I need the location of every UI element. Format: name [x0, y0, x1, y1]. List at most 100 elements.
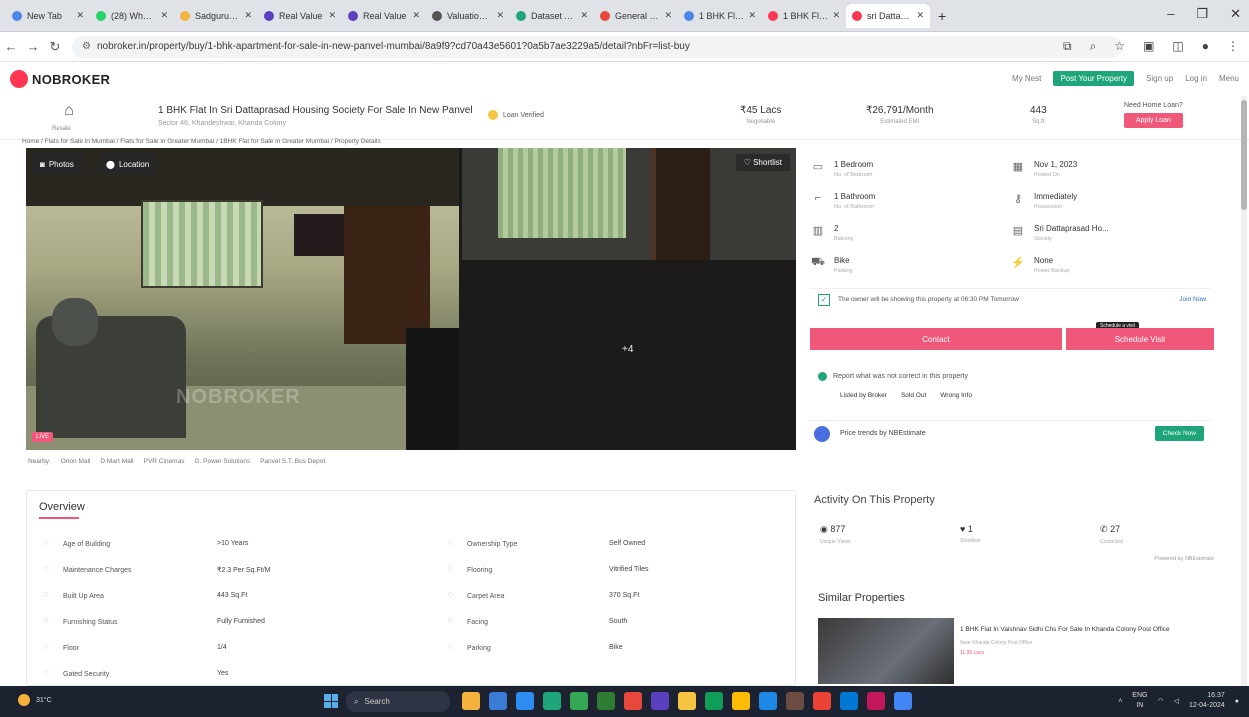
- nearby-place[interactable]: Orion Mall: [61, 458, 91, 465]
- location-button[interactable]: ⬤ Location: [98, 154, 158, 174]
- my-nest-link[interactable]: My Nest: [1012, 74, 1041, 83]
- report-broker-link[interactable]: Listed by Broker: [840, 392, 887, 399]
- taskbar-app-icon[interactable]: [570, 692, 588, 710]
- start-button[interactable]: [324, 694, 338, 708]
- close-window-icon[interactable]: ✕: [1230, 6, 1241, 22]
- nearby-place[interactable]: G. Power Solutions: [194, 458, 250, 465]
- browser-tab[interactable]: New Tab ✕: [6, 4, 90, 28]
- browser-tab[interactable]: Sadguru Devel ✕: [174, 4, 258, 28]
- tab-close-icon[interactable]: ✕: [328, 10, 336, 21]
- check-now-button[interactable]: Check Now: [1154, 426, 1204, 441]
- browser-tab[interactable]: Real Value ✕: [258, 4, 342, 28]
- nearby-place[interactable]: Panvel S.T. Bus Depot: [260, 458, 325, 465]
- taskbar-app-icon[interactable]: [894, 692, 912, 710]
- property-details-card: ▭ 1 Bedroom No. of Bedroom ▦ Nov 1, 2023 Post…: [810, 150, 1214, 450]
- reload-icon[interactable]: ↻: [44, 39, 66, 55]
- taskbar-app-icon[interactable]: [462, 692, 480, 710]
- taskbar-app-icon[interactable]: [705, 692, 723, 710]
- overview-value: Vitrified Tiles: [609, 566, 649, 573]
- more-photos-tile[interactable]: +4: [462, 262, 796, 450]
- taskbar-app-icon[interactable]: [489, 692, 507, 710]
- clock[interactable]: 16:37 12-04-2024: [1189, 691, 1225, 711]
- taskbar-app-icon[interactable]: [759, 692, 777, 710]
- post-property-button[interactable]: Post Your Property: [1053, 71, 1135, 86]
- similar-property-image[interactable]: [818, 618, 954, 684]
- report-sold-link[interactable]: Sold Out: [901, 392, 926, 399]
- profile-icon[interactable]: ●: [1202, 39, 1209, 54]
- taskbar-search[interactable]: ⌕ Search: [346, 691, 450, 712]
- taskbar-app-icon[interactable]: [651, 692, 669, 710]
- tab-close-icon[interactable]: ✕: [664, 10, 672, 21]
- browser-tab[interactable]: 1 BHK Flat, 4...✕: [762, 4, 846, 28]
- tab-close-icon[interactable]: ✕: [748, 10, 756, 21]
- nearby-place[interactable]: D Mart Mall: [100, 458, 133, 465]
- tab-close-icon[interactable]: ✕: [160, 10, 168, 21]
- tab-close-icon[interactable]: ✕: [832, 10, 840, 21]
- minimize-icon[interactable]: –: [1167, 6, 1174, 22]
- taskbar-app-icon[interactable]: [624, 692, 642, 710]
- tab-close-icon[interactable]: ✕: [916, 10, 924, 21]
- similar-property-title[interactable]: 1 BHK Flat In Vaishnav Sidhi Chs For Sal…: [960, 626, 1170, 633]
- browser-tab[interactable]: General - Zoho✕: [594, 4, 678, 28]
- taskbar-app-icon[interactable]: [813, 692, 831, 710]
- new-tab-button[interactable]: +: [938, 8, 946, 24]
- schedule-visit-button[interactable]: Schedule Visit: [1066, 328, 1214, 350]
- similar-property-card[interactable]: 1 BHK Flat In Vaishnav Sidhi Chs For Sal…: [818, 614, 1218, 684]
- site-info-icon[interactable]: ⚙: [82, 41, 91, 52]
- tab-close-icon[interactable]: ✕: [580, 10, 588, 21]
- tab-favicon: [684, 10, 694, 21]
- breadcrumb[interactable]: Home / Flats for Sale in Mumbai / Flats …: [22, 138, 381, 145]
- wifi-icon[interactable]: ◠: [1157, 697, 1163, 705]
- forward-icon[interactable]: →: [22, 39, 44, 54]
- taskbar-app-icon[interactable]: [786, 692, 804, 710]
- browser-tab[interactable]: Valuation Repo✕: [426, 4, 510, 28]
- browser-tab[interactable]: Real Value ✕: [342, 4, 426, 28]
- overview-value: Self Owned: [609, 540, 646, 547]
- menu-link[interactable]: Menu: [1219, 74, 1239, 83]
- tab-close-icon[interactable]: ✕: [244, 10, 252, 21]
- apply-loan-button[interactable]: Apply Loan: [1124, 113, 1183, 128]
- taskbar-app-icon[interactable]: [840, 692, 858, 710]
- activity-stat: ♥ 1 Shortlists: [960, 524, 981, 544]
- url-input[interactable]: ⚙ nobroker.in/property/buy/1-bhk-apartme…: [72, 35, 1122, 58]
- taskbar-app-icon[interactable]: [543, 692, 561, 710]
- shortlist-button[interactable]: ♡ Shortlist: [735, 154, 790, 171]
- location-pin-icon: ⬤: [106, 159, 115, 169]
- browser-tab[interactable]: 1 BHK Flat for ✕: [678, 4, 762, 28]
- taskbar-app-icon[interactable]: [597, 692, 615, 710]
- sidebar-icon[interactable]: ◫: [1172, 39, 1183, 54]
- scrollbar-thumb[interactable]: [1241, 100, 1247, 210]
- nearby-place[interactable]: PVR Cinemas: [144, 458, 185, 465]
- restore-icon[interactable]: ❐: [1196, 6, 1208, 22]
- browser-tab[interactable]: (28) WhatsApp ✕: [90, 4, 174, 28]
- zoom-icon[interactable]: ⌕: [1090, 39, 1097, 54]
- chevron-up-icon[interactable]: ˄: [1118, 698, 1122, 705]
- menu-dots-icon[interactable]: ⋮: [1227, 39, 1239, 54]
- language-indicator[interactable]: ENG IN: [1132, 691, 1147, 711]
- weather-widget[interactable]: 31°C: [18, 694, 52, 706]
- back-icon[interactable]: ←: [0, 39, 22, 54]
- report-wrong-info-link[interactable]: Wrong Info: [940, 392, 972, 399]
- notification-icon[interactable]: ●: [1235, 698, 1239, 705]
- taskbar-app-icon[interactable]: [516, 692, 534, 710]
- main-photo[interactable]: NOBROKER ◙ Photos ⬤ Location LIVE: [26, 148, 459, 450]
- tab-close-icon[interactable]: ✕: [412, 10, 420, 21]
- tab-close-icon[interactable]: ✕: [496, 10, 504, 21]
- browser-tab[interactable]: sri Dattapras ✕: [846, 3, 930, 28]
- install-icon[interactable]: ⧉: [1063, 39, 1072, 54]
- login-link[interactable]: Log in: [1185, 74, 1207, 83]
- signup-link[interactable]: Sign up: [1146, 74, 1173, 83]
- tab-close-icon[interactable]: ✕: [76, 10, 84, 21]
- photos-button[interactable]: ◙ Photos: [32, 154, 82, 174]
- taskbar-app-icon[interactable]: [678, 692, 696, 710]
- secondary-photo[interactable]: ♡ Shortlist: [462, 148, 796, 260]
- logo[interactable]: NOBROKER: [32, 72, 110, 87]
- browser-tab[interactable]: Dataset April ✕: [510, 4, 594, 28]
- taskbar-app-icon[interactable]: [732, 692, 750, 710]
- taskbar-app-icon[interactable]: [867, 692, 885, 710]
- extensions-icon[interactable]: ▣: [1143, 39, 1154, 54]
- bookmark-star-icon[interactable]: ☆: [1114, 39, 1125, 54]
- volume-icon[interactable]: ◁: [1174, 697, 1179, 705]
- contact-button[interactable]: Contact: [810, 328, 1062, 350]
- owner-visit-link[interactable]: Join Now: [1179, 296, 1206, 303]
